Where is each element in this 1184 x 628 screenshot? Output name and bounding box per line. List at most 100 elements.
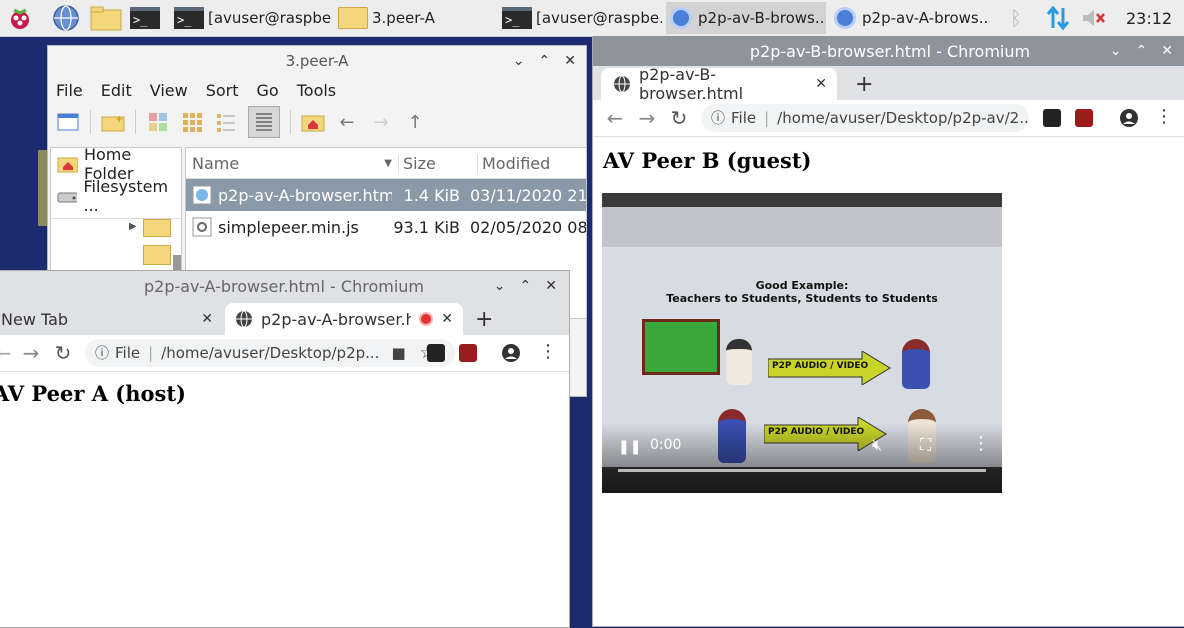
menu-icon[interactable]: ⋮ [539,341,557,362]
url-scheme: File [115,344,141,362]
info-icon[interactable]: ⓘ [95,343,109,363]
file-size: 1.4 KiB [403,185,460,205]
file-row[interactable]: simplepeer.min.js 93.1 KiB 02/05/2020 08… [186,211,586,243]
maximize-icon[interactable]: ⌃ [1136,43,1148,59]
sidebar-item-home[interactable]: Home Folder [51,145,181,183]
sidebar-item-filesystem[interactable]: Filesystem ... [51,177,181,215]
extension-icon[interactable] [427,344,445,362]
folder-icon[interactable] [143,245,171,265]
column-name[interactable]: Name ▼ [186,154,398,173]
task-browser-b[interactable]: p2p-av-B-brows... [666,2,826,34]
close-icon[interactable]: ✕ [564,53,576,69]
address-bar[interactable]: ⓘ File | /home/avuser/Desktop/p2p... ■ ☆ [85,339,455,367]
home-icon[interactable] [301,110,325,134]
address-bar[interactable]: ⓘ File | /home/avuser/Desktop/p2p-av/2..… [701,104,1029,132]
window-title: 3.peer-A [285,52,349,70]
bluetooth-icon[interactable]: ᛒ [1010,6,1022,30]
ublock-icon[interactable] [459,344,477,362]
reload-icon[interactable]: ↻ [667,106,691,130]
profile-icon[interactable] [501,343,521,363]
back-icon[interactable]: ← [0,341,15,365]
expander-icon[interactable]: ▶ [129,221,137,232]
tab-close-icon[interactable]: ✕ [201,311,213,327]
forward-icon[interactable]: → [635,106,659,130]
menu-edit[interactable]: Edit [101,81,132,100]
teacher-figure [726,339,752,385]
new-folder-icon[interactable]: + [101,110,125,134]
file-manager-icon[interactable] [90,4,122,32]
menu-tools[interactable]: Tools [297,81,336,100]
forward-arrow-icon[interactable]: → [369,110,393,134]
tab-strip: p2p-av-B-browser.html ✕ + [593,65,1184,103]
pause-icon[interactable]: ❚❚ [618,439,641,455]
tab-new-tab[interactable]: New Tab ✕ [0,303,221,335]
maximize-icon[interactable]: ⌃ [539,53,551,69]
tab-peer-b[interactable]: p2p-av-B-browser.html ✕ [601,65,837,103]
list-view-icon[interactable] [248,106,280,138]
file-name: simplepeer.min.js [218,217,359,237]
network-icon[interactable] [1044,4,1072,36]
profile-icon[interactable] [1119,108,1139,128]
minimize-icon[interactable]: ⌄ [513,53,525,69]
url-text: /home/avuser/Desktop/p2p-av/2... [777,109,1029,127]
page-heading: AV Peer B (guest) [603,148,812,173]
task-file-manager[interactable]: 3.peer-A [338,2,496,34]
back-icon[interactable]: ← [603,106,627,130]
reload-icon[interactable]: ↻ [51,341,75,365]
home-folder-icon [57,157,78,173]
task-browser-a[interactable]: p2p-av-A-brows... [830,2,990,34]
thumbnail-view-icon[interactable] [180,110,204,134]
video-menu-icon[interactable]: ⋮ [972,433,990,454]
new-window-icon[interactable] [56,110,80,134]
menu-view[interactable]: View [150,81,188,100]
tab-close-icon[interactable]: ✕ [441,311,453,327]
minimize-icon[interactable]: ⌄ [494,278,506,294]
terminal-icon: >_ [174,7,204,29]
window-title: p2p-av-A-browser.html - Chromium [143,276,424,296]
extension-icon[interactable] [1043,109,1061,127]
compact-view-icon[interactable] [214,110,238,134]
ublock-icon[interactable] [1075,109,1093,127]
video-time: 0:00 [650,437,682,453]
video-player[interactable]: Good Example: Teachers to Students, Stud… [602,193,1002,493]
terminal-launcher-icon[interactable]: >_ [130,4,160,32]
column-label: Name [192,153,240,173]
menu-sort[interactable]: Sort [206,81,239,100]
file-row[interactable]: p2p-av-A-browser.html 1.4 KiB 03/11/2020… [186,179,586,211]
menu-file[interactable]: File [56,81,83,100]
icon-view-icon[interactable] [146,110,170,134]
tab-label: p2p-av-B-browser.html [639,65,744,103]
task-label: 3.peer-A [372,9,435,27]
seek-bar[interactable] [618,469,986,472]
folder-icon[interactable] [143,219,171,237]
close-icon[interactable]: ✕ [545,278,557,294]
camera-icon[interactable]: ■ [391,344,405,362]
raspberry-menu-icon[interactable] [6,4,34,32]
task-label: [avuser@raspbe... [536,9,662,27]
up-arrow-icon[interactable]: ↑ [403,110,427,134]
url-scheme: File [731,109,757,127]
tab-close-icon[interactable]: ✕ [815,76,827,92]
fullscreen-icon[interactable]: ⛶ [920,435,931,455]
volume-muted-icon[interactable] [1080,6,1108,34]
task-terminal-2[interactable]: >_ [avuser@raspbe... [502,2,662,34]
web-browser-icon[interactable] [52,4,80,32]
back-arrow-icon[interactable]: ← [335,110,359,134]
column-size[interactable]: Size [398,153,477,173]
menu-go[interactable]: Go [257,81,279,100]
column-modified[interactable]: Modified [477,153,586,173]
minimize-icon[interactable]: ⌄ [1110,43,1122,59]
info-icon[interactable]: ⓘ [711,108,725,128]
student-figure [902,339,930,389]
new-tab-button[interactable]: + [855,68,873,100]
clock[interactable]: 23:12 [1126,9,1172,28]
task-terminal-1[interactable]: >_ [avuser@raspbe... [174,2,332,34]
terminal-icon: >_ [502,7,532,29]
new-tab-button[interactable]: + [475,303,493,335]
mute-icon[interactable]: 🔇︎ [872,435,882,455]
menu-icon[interactable]: ⋮ [1155,106,1173,127]
maximize-icon[interactable]: ⌃ [520,278,532,294]
tab-peer-a[interactable]: p2p-av-A-browser.htm ✕ [225,303,463,335]
forward-icon[interactable]: → [19,341,43,365]
close-icon[interactable]: ✕ [1161,43,1173,59]
